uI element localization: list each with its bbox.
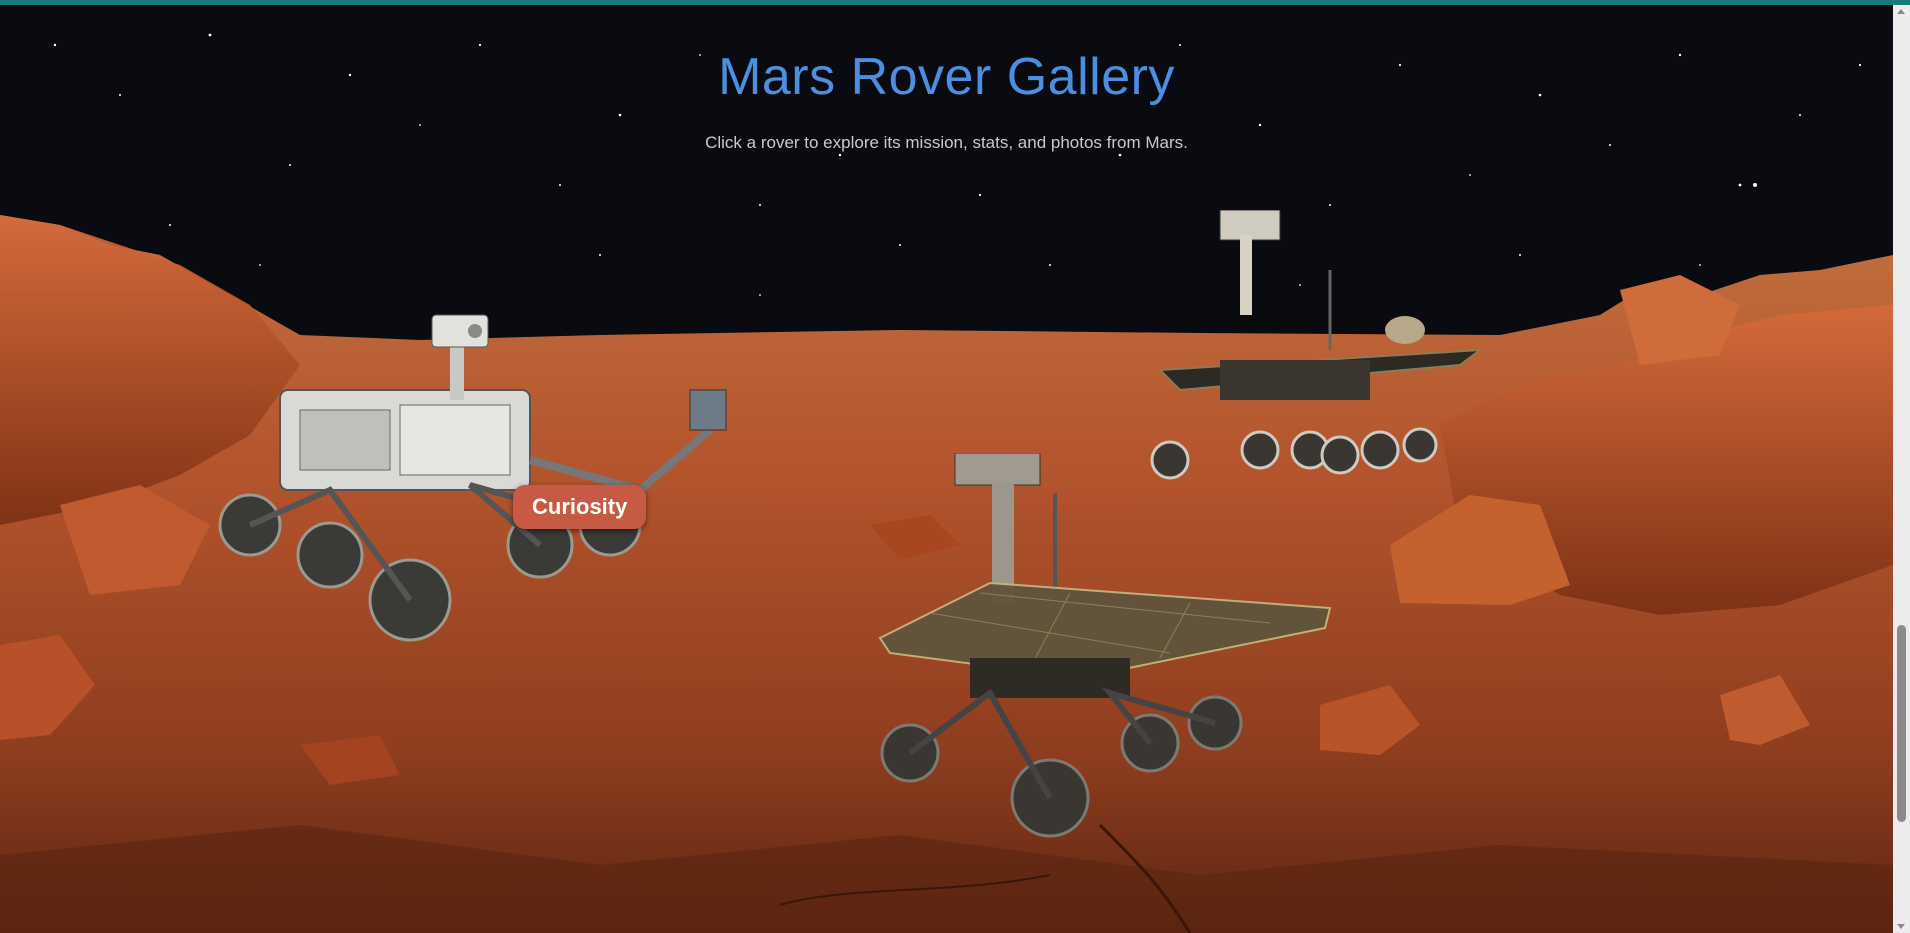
curiosity-rover[interactable] xyxy=(210,310,730,710)
page-title: Mars Rover Gallery xyxy=(718,48,1175,106)
scroll-down-arrow-icon[interactable] xyxy=(1897,924,1905,929)
page-header: Mars Rover Gallery Click a rover to expl… xyxy=(0,5,1893,153)
scroll-thumb[interactable] xyxy=(1897,625,1906,822)
scroll-up-arrow-icon[interactable] xyxy=(1897,9,1905,14)
opportunity-rover[interactable] xyxy=(870,453,1340,853)
rover-name-tooltip[interactable]: Curiosity xyxy=(513,485,647,529)
curiosity-rover-icon xyxy=(218,314,727,642)
mars-scene: Mars Rover Gallery Click a rover to expl… xyxy=(0,5,1893,933)
page-subtitle: Click a rover to explore its mission, st… xyxy=(705,133,1188,152)
vertical-scrollbar[interactable] xyxy=(1893,5,1910,933)
opportunity-rover-icon xyxy=(878,453,1332,838)
